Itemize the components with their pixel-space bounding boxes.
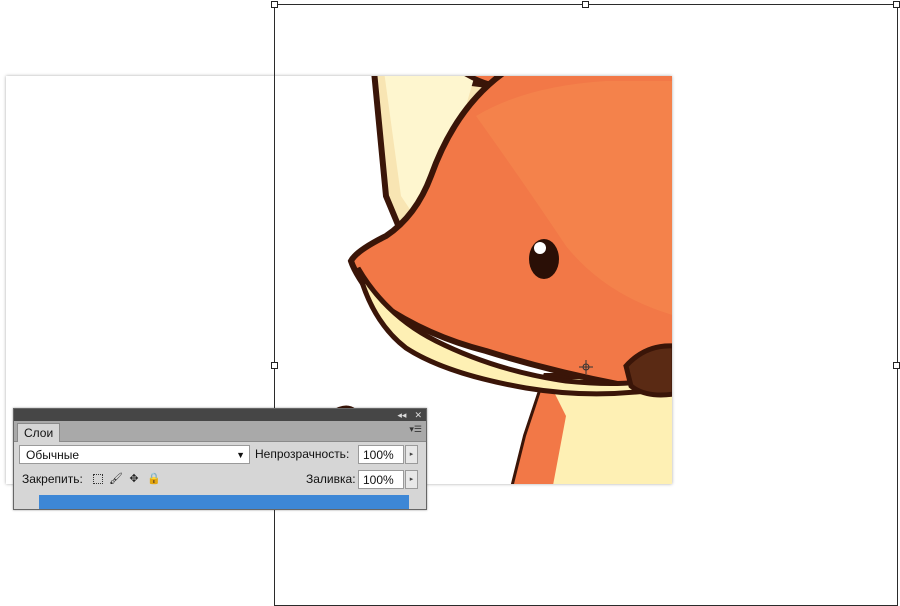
selected-layer-row[interactable]: [39, 495, 409, 509]
pivot-crosshair-icon[interactable]: [579, 360, 593, 374]
transform-handle[interactable]: [893, 1, 900, 8]
transform-handle[interactable]: [893, 362, 900, 369]
lock-fill-row: Закрепить: 🖌 ✥ 🔒 Заливка: 100% ▸: [14, 468, 426, 494]
fill-label: Заливка:: [306, 472, 356, 486]
lock-all-icon[interactable]: 🔒: [147, 473, 161, 485]
opacity-label: Непрозрачность:: [255, 447, 350, 461]
blend-opacity-row: Обычные ▼ Непрозрачность: 100% ▸: [14, 442, 426, 468]
panel-titlebar: ◂◂ ✕: [14, 409, 426, 421]
panel-tab-row: Слои ▾☰: [14, 421, 426, 442]
transform-handle[interactable]: [271, 1, 278, 8]
close-panel-button[interactable]: ✕: [414, 409, 422, 421]
panel-menu-button[interactable]: ▾☰: [409, 424, 422, 435]
fill-input[interactable]: 100%: [358, 470, 404, 489]
stepper-arrow-icon[interactable]: ▸: [405, 470, 418, 489]
stepper-arrow-icon[interactable]: ▸: [405, 445, 418, 464]
opacity-input[interactable]: 100%: [358, 445, 404, 464]
blend-mode-value: Обычные: [26, 448, 80, 462]
transform-handle[interactable]: [271, 362, 278, 369]
lock-label: Закрепить:: [22, 472, 83, 486]
layers-panel: ◂◂ ✕ Слои ▾☰ Обычные ▼ Непрозрачность: 1…: [13, 408, 427, 510]
blend-mode-select[interactable]: Обычные ▼: [19, 445, 250, 464]
transform-handle[interactable]: [582, 1, 589, 8]
dropdown-arrow-icon: ▼: [236, 450, 245, 460]
lock-brush-icon[interactable]: 🖌: [109, 473, 123, 485]
collapse-panel-button[interactable]: ◂◂: [397, 409, 406, 421]
lock-move-icon[interactable]: ✥: [128, 473, 140, 485]
lock-transparent-icon[interactable]: [93, 474, 103, 484]
tab-layers[interactable]: Слои: [17, 423, 61, 442]
